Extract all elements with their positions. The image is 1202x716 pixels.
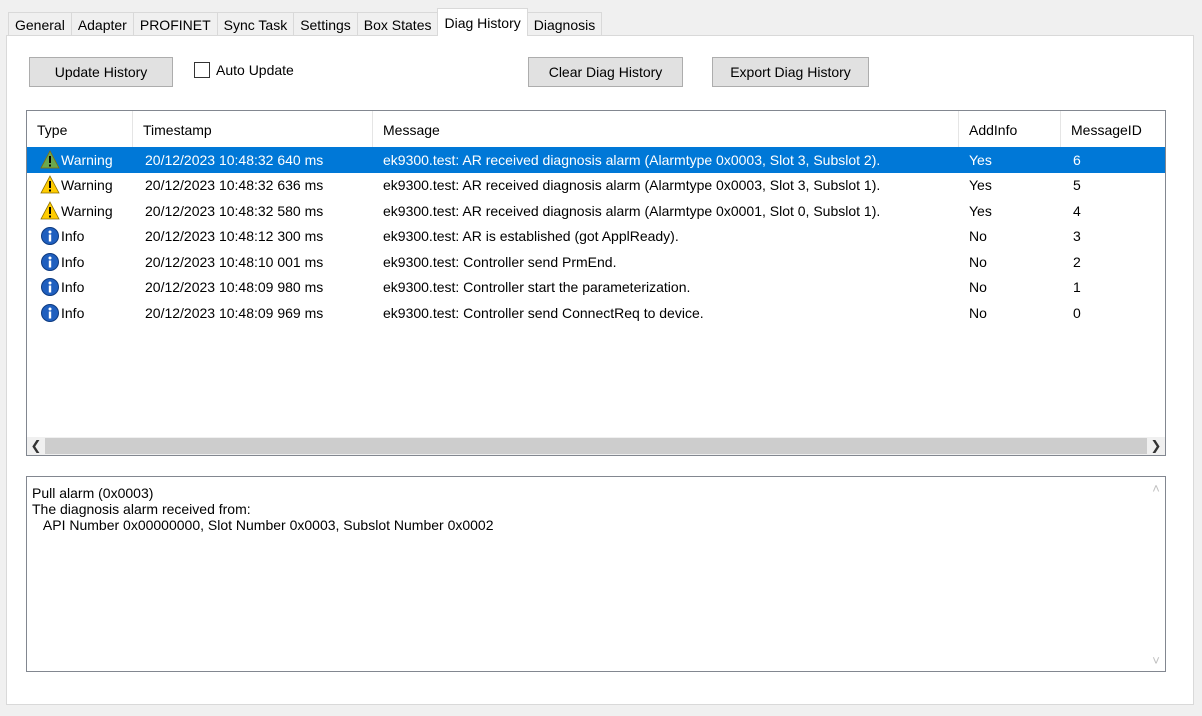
diag-detail-textbox[interactable]: Pull alarm (0x0003) The diagnosis alarm r…: [26, 476, 1166, 672]
cell-messageid: 1: [1073, 279, 1081, 295]
warning-icon: [40, 175, 60, 195]
info-icon: [40, 226, 60, 246]
cell-message: ek9300.test: AR is established (got Appl…: [383, 228, 679, 244]
cell-addinfo: No: [969, 279, 987, 295]
auto-update-label: Auto Update: [216, 62, 294, 78]
cell-addinfo: No: [969, 304, 987, 321]
list-header: Type Timestamp Message AddInfo MessageID: [27, 111, 1165, 149]
cell-addinfo: Yes: [969, 177, 992, 193]
tab-strip: General Adapter PROFINET Sync Task Setti…: [8, 8, 603, 36]
cell-addinfo: Yes: [969, 202, 992, 219]
cell-messageid: 2: [1073, 253, 1081, 270]
tab-settings[interactable]: Settings: [293, 12, 358, 36]
cell-type: Info: [40, 224, 84, 249]
info-icon: [40, 277, 60, 297]
cell-message: ek9300.test: AR received diagnosis alarm…: [383, 151, 881, 168]
scroll-down-icon[interactable]: ˅: [1147, 651, 1165, 669]
tab-general[interactable]: General: [8, 12, 72, 36]
cell-messageid: 4: [1073, 202, 1081, 219]
auto-update-checkbox[interactable]: Auto Update: [194, 62, 294, 78]
detail-line-2: The diagnosis alarm received from:: [32, 501, 251, 517]
cell-timestamp: 20/12/2023 10:48:32 636 ms: [145, 177, 324, 193]
table-row[interactable]: Info 20/12/2023 10:48:12 300 ms ek9300.tes…: [27, 224, 1165, 250]
cell-type-label: Info: [61, 228, 85, 244]
cell-type-label: Info: [61, 253, 85, 270]
tab-diag-history[interactable]: Diag History: [437, 8, 528, 36]
cell-timestamp: 20/12/2023 10:48:32 640 ms: [145, 151, 324, 168]
vertical-scrollbar[interactable]: ˄ ˅: [1147, 477, 1165, 671]
cell-message: ek9300.test: AR received diagnosis alarm…: [383, 202, 881, 219]
cell-timestamp: 20/12/2023 10:48:09 980 ms: [145, 279, 324, 295]
checkbox-box[interactable]: [194, 62, 210, 78]
cell-messageid: 3: [1073, 228, 1081, 244]
table-row[interactable]: Info 20/12/2023 10:48:09 980 ms ek9300.tes…: [27, 275, 1165, 301]
cell-type: Info: [40, 300, 84, 325]
cell-message: ek9300.test: Controller send ConnectReq …: [383, 304, 704, 321]
table-row[interactable]: Info 20/12/2023 10:48:09 969 ms ek9300.tes…: [27, 300, 1165, 326]
cell-type: Warning: [40, 147, 113, 172]
cell-type-label: Warning: [61, 202, 113, 219]
tab-profinet[interactable]: PROFINET: [132, 12, 218, 36]
tab-adapter[interactable]: Adapter: [70, 12, 134, 36]
cell-type-label: Warning: [61, 151, 113, 168]
cell-addinfo: No: [969, 228, 987, 244]
cell-timestamp: 20/12/2023 10:48:10 001 ms: [145, 253, 324, 270]
cell-type: Info: [40, 249, 84, 274]
scroll-thumb[interactable]: [45, 438, 1147, 454]
list-rows: Warning 20/12/2023 10:48:32 640 ms ek9300.…: [27, 147, 1165, 326]
clear-diag-history-button[interactable]: Clear Diag History: [528, 57, 683, 87]
export-diag-history-button[interactable]: Export Diag History: [712, 57, 869, 87]
cell-type: Warning: [40, 198, 113, 223]
table-row[interactable]: Warning 20/12/2023 10:48:32 636 ms ek9300.…: [27, 173, 1165, 199]
detail-line-1: Pull alarm (0x0003): [32, 485, 154, 501]
table-row[interactable]: Info 20/12/2023 10:48:10 001 ms ek9300.tes…: [27, 249, 1165, 275]
cell-message: ek9300.test: AR received diagnosis alarm…: [383, 177, 881, 193]
detail-line-3: API Number 0x00000000, Slot Number 0x000…: [32, 517, 494, 533]
update-history-button[interactable]: Update History: [29, 57, 173, 87]
cell-type-label: Info: [61, 279, 85, 295]
cell-messageid: 5: [1073, 177, 1081, 193]
tab-sync-task[interactable]: Sync Task: [216, 12, 295, 36]
cell-message: ek9300.test: Controller start the parame…: [383, 279, 691, 295]
column-header-addinfo[interactable]: AddInfo: [959, 111, 1061, 149]
detail-text: Pull alarm (0x0003) The diagnosis alarm r…: [32, 485, 494, 533]
cell-timestamp: 20/12/2023 10:48:09 969 ms: [145, 304, 324, 321]
column-header-messageid[interactable]: MessageID: [1061, 111, 1165, 149]
cell-addinfo: No: [969, 253, 987, 270]
tab-diagnosis[interactable]: Diagnosis: [526, 12, 603, 36]
table-row[interactable]: Warning 20/12/2023 10:48:32 640 ms ek9300.…: [27, 147, 1165, 173]
cell-message: ek9300.test: Controller send PrmEnd.: [383, 253, 617, 270]
table-row[interactable]: Warning 20/12/2023 10:48:32 580 ms ek9300.…: [27, 198, 1165, 224]
cell-type-label: Info: [61, 304, 85, 321]
info-icon: [40, 303, 60, 323]
tab-box-states[interactable]: Box States: [356, 12, 439, 36]
column-header-message[interactable]: Message: [373, 111, 959, 149]
warning-icon: [40, 200, 60, 221]
cell-type: Info: [40, 275, 84, 300]
horizontal-scrollbar[interactable]: ❮ ❯: [27, 437, 1165, 455]
column-header-timestamp[interactable]: Timestamp: [133, 111, 373, 149]
scroll-up-icon[interactable]: ˄: [1147, 479, 1165, 497]
cell-messageid: 0: [1073, 304, 1081, 321]
cell-messageid: 6: [1073, 151, 1081, 168]
scroll-left-icon[interactable]: ❮: [27, 437, 45, 455]
column-header-type[interactable]: Type: [27, 111, 133, 149]
cell-timestamp: 20/12/2023 10:48:12 300 ms: [145, 228, 324, 244]
diag-history-list[interactable]: Type Timestamp Message AddInfo MessageID…: [26, 110, 1166, 456]
warning-icon: [40, 149, 60, 170]
scroll-right-icon[interactable]: ❯: [1147, 437, 1165, 455]
cell-timestamp: 20/12/2023 10:48:32 580 ms: [145, 202, 324, 219]
cell-addinfo: Yes: [969, 151, 992, 168]
info-icon: [40, 252, 60, 272]
cell-type: Warning: [40, 173, 113, 198]
cell-type-label: Warning: [61, 177, 113, 193]
